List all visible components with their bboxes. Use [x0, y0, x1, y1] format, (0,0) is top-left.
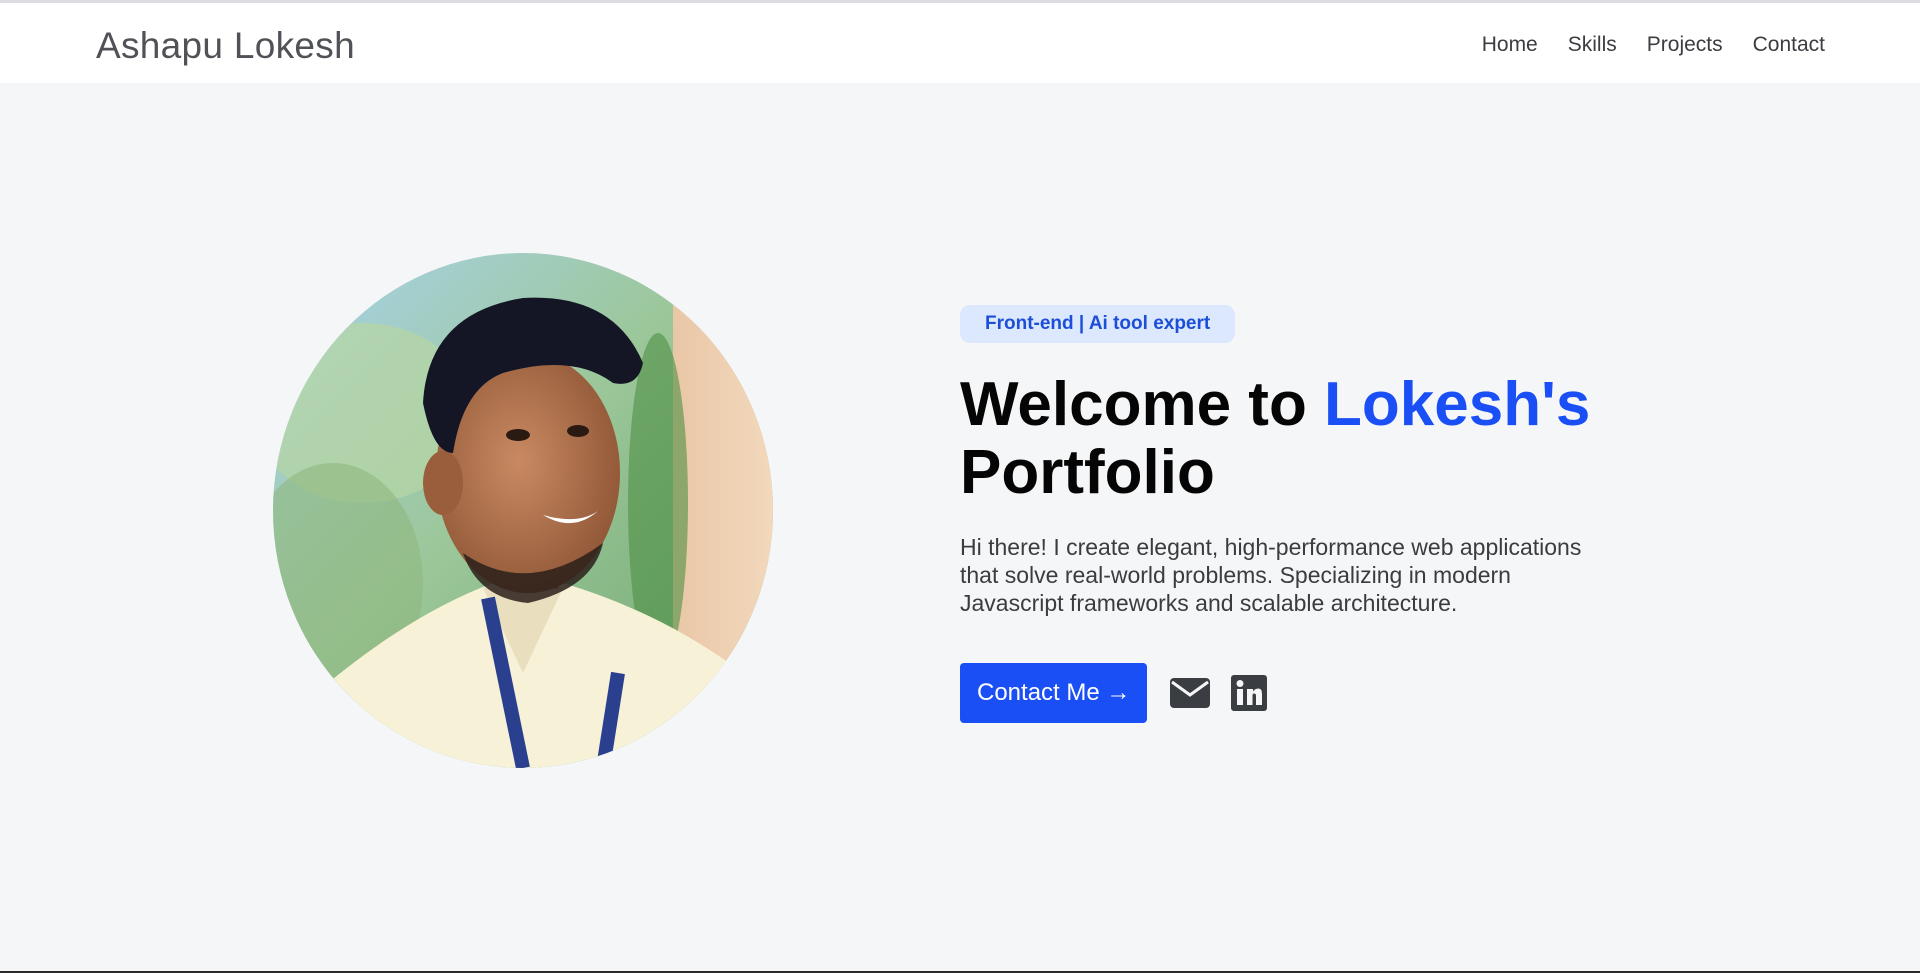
- hero-content: Front-end | Ai tool expert Welcome to Lo…: [960, 305, 1680, 723]
- profile-photo: [273, 253, 773, 768]
- hero-heading: Welcome to Lokesh's Portfolio: [960, 371, 1680, 507]
- heading-suffix: Portfolio: [960, 438, 1215, 507]
- role-badge: Front-end | Ai tool expert: [960, 305, 1236, 343]
- hero-description: Hi there! I create elegant, high-perform…: [960, 534, 1582, 616]
- contact-me-button[interactable]: Contact Me →: [960, 663, 1148, 723]
- heading-highlight: Lokesh's: [1324, 370, 1591, 439]
- social-links: [1169, 675, 1268, 711]
- nav-links: Home Skills Projects Contact: [1482, 33, 1825, 57]
- linkedin-icon[interactable]: [1231, 675, 1268, 711]
- brand-logo[interactable]: Ashapu Lokesh: [96, 25, 355, 67]
- hero-section: Front-end | Ai tool expert Welcome to Lo…: [0, 83, 1920, 971]
- heading-prefix: Welcome to: [960, 370, 1307, 439]
- hero-actions: Contact Me →: [960, 663, 1680, 723]
- nav-link-projects[interactable]: Projects: [1647, 33, 1723, 57]
- nav-link-home[interactable]: Home: [1482, 33, 1538, 57]
- nav-link-contact[interactable]: Contact: [1753, 33, 1825, 57]
- navbar: Ashapu Lokesh Home Skills Projects Conta…: [0, 3, 1920, 83]
- envelope-icon[interactable]: [1169, 677, 1211, 709]
- nav-link-skills[interactable]: Skills: [1568, 33, 1617, 57]
